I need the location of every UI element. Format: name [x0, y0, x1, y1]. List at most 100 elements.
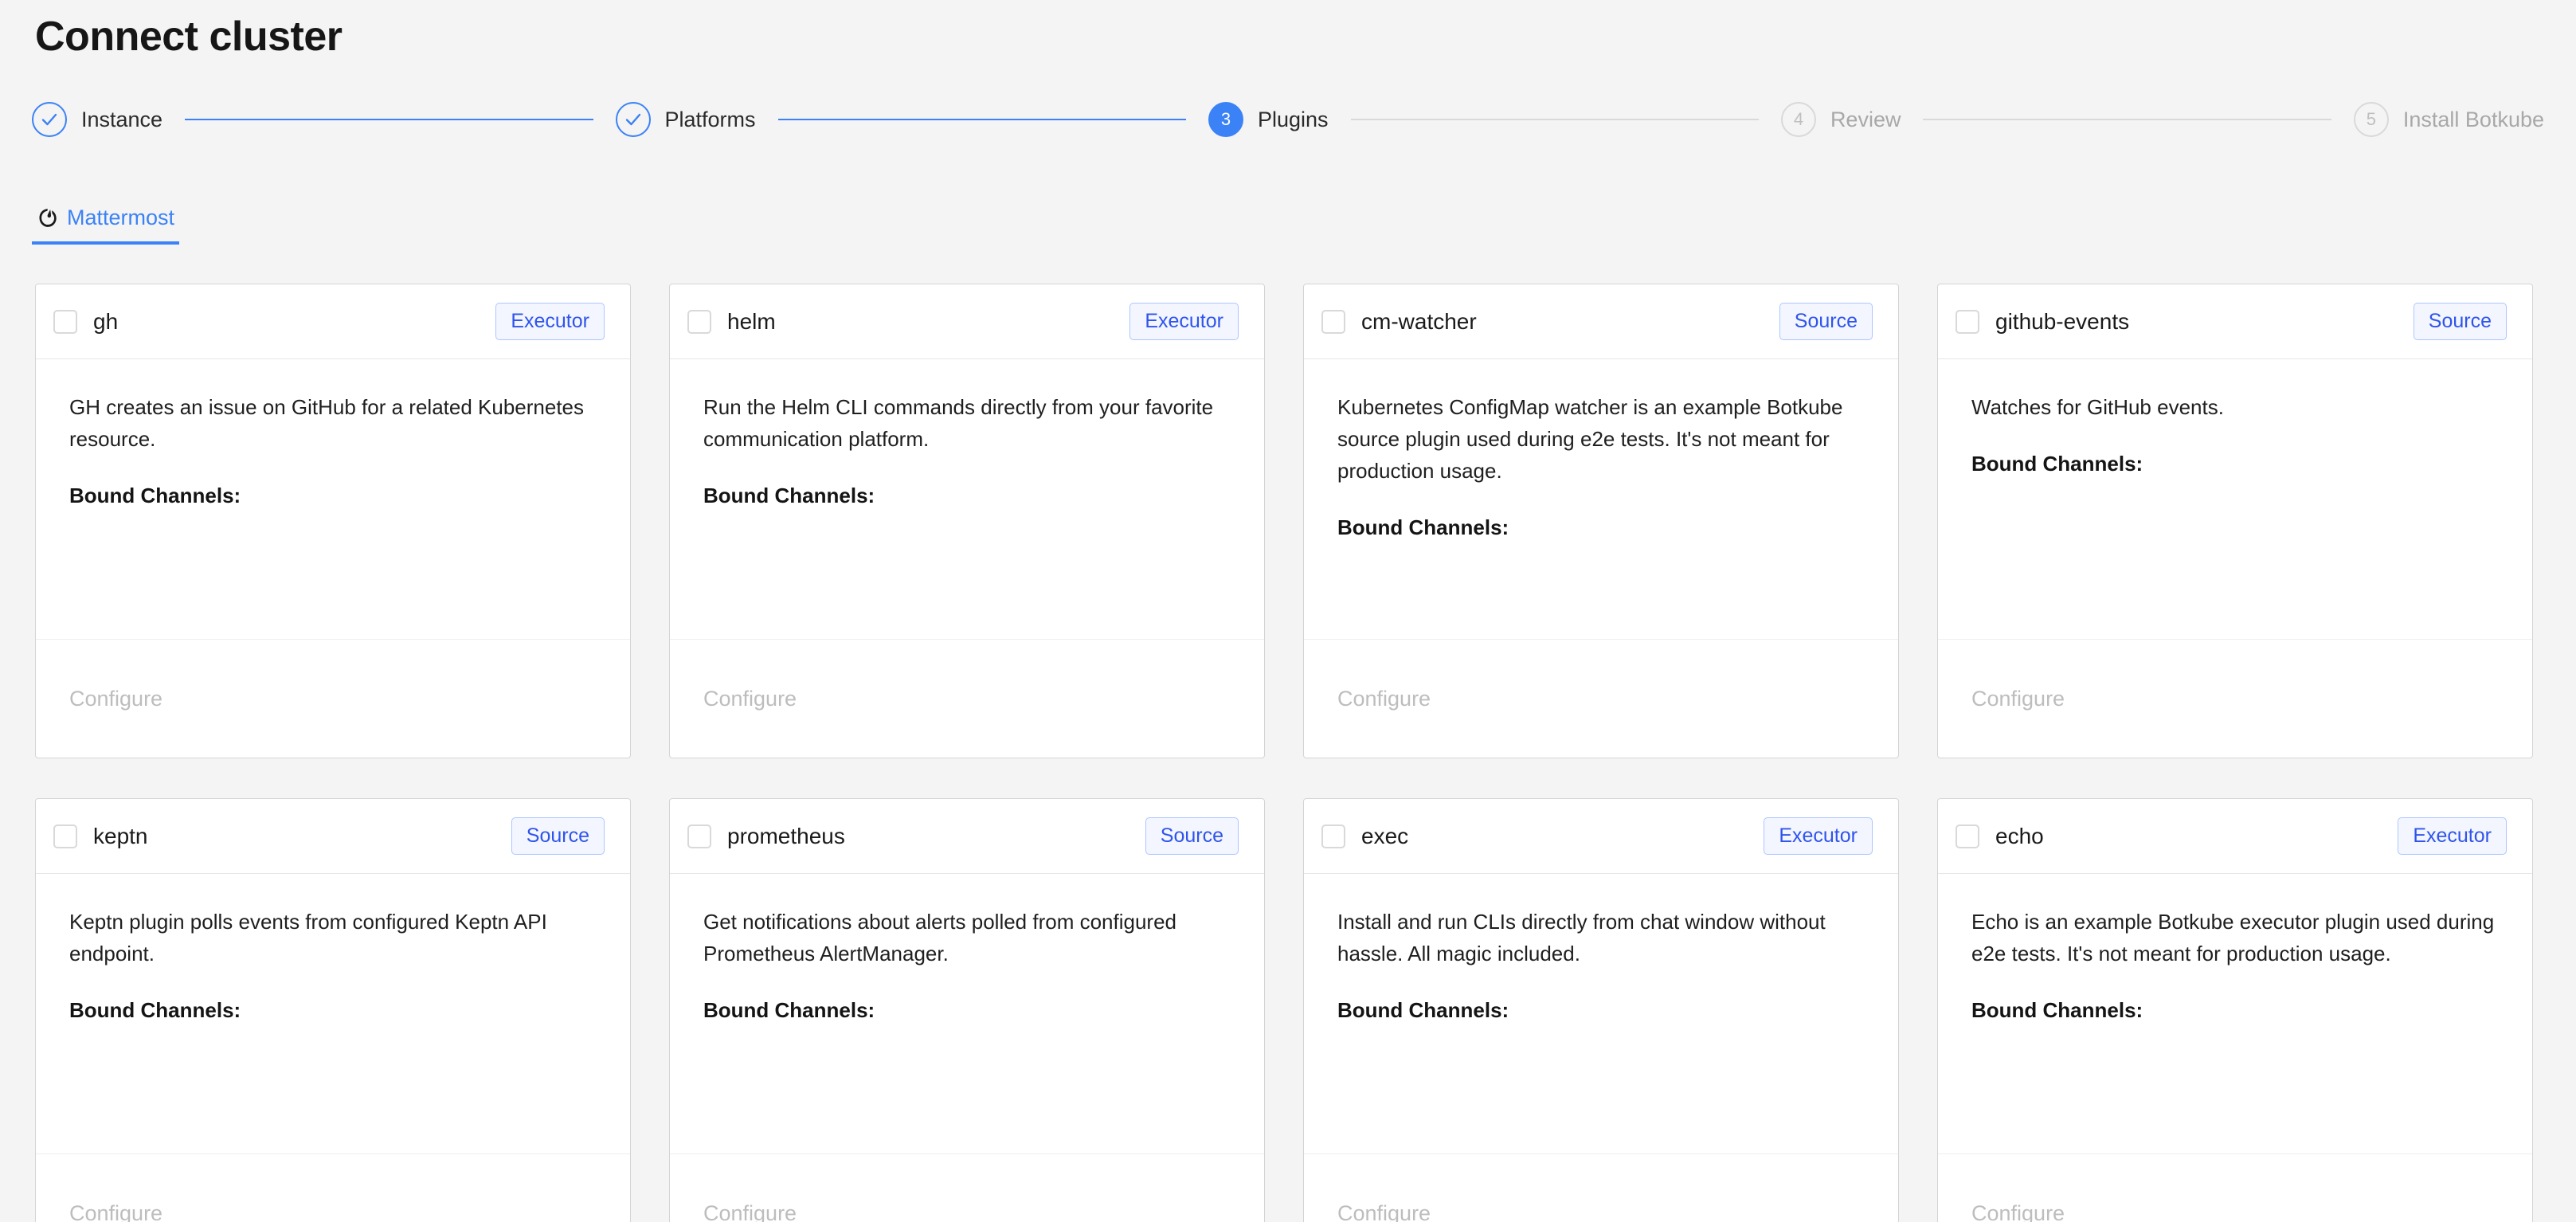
configure-link[interactable]: Configure	[1971, 1201, 2065, 1222]
plugin-card-footer: Configure	[36, 1154, 630, 1222]
page-title: Connect cluster	[35, 14, 343, 60]
plugin-name: helm	[727, 308, 776, 334]
plugin-card: helm Executor Run the Helm CLI commands di…	[669, 284, 1265, 758]
step-number: 3	[1208, 102, 1243, 137]
plugin-card-header: cm-watcher Source	[1304, 284, 1898, 359]
platform-tabs: Mattermost	[32, 206, 180, 245]
plugin-checkbox[interactable]	[1955, 309, 1979, 334]
plugin-checkbox[interactable]	[687, 309, 711, 334]
plugin-card-footer: Configure	[1304, 640, 1898, 758]
plugin-card-footer: Configure	[36, 640, 630, 758]
step-label: Plugins	[1257, 107, 1329, 131]
plugin-card-header-left: echo	[1955, 824, 2044, 849]
plugin-name: github-events	[1995, 308, 2130, 334]
bound-channels-label: Bound Channels:	[703, 484, 875, 507]
check-icon	[32, 102, 67, 137]
plugin-type-badge[interactable]: Executor	[495, 303, 605, 340]
wizard-step-instance[interactable]: Instance	[32, 102, 162, 137]
plugin-card-header-left: cm-watcher	[1321, 309, 1477, 335]
configure-link[interactable]: Configure	[1337, 687, 1431, 711]
bound-channels-label: Bound Channels:	[1337, 998, 1509, 1022]
bound-channels-label: Bound Channels:	[69, 484, 241, 507]
wizard-step-review[interactable]: 4 Review	[1780, 102, 1901, 137]
plugin-card-body: Echo is an example Botkube executor plug…	[1938, 874, 2532, 1154]
plugin-card: keptn Source Keptn plugin polls events fro…	[35, 798, 631, 1222]
plugin-type-badge[interactable]: Executor	[1764, 817, 1873, 855]
plugin-card-footer: Configure	[670, 1154, 1264, 1222]
configure-link[interactable]: Configure	[69, 687, 162, 711]
wizard-step-install-botkube[interactable]: 5 Install Botkube	[2353, 102, 2544, 137]
plugin-card-footer: Configure	[1304, 1154, 1898, 1222]
step-label: Platforms	[664, 107, 756, 131]
plugin-card: exec Executor Install and run CLIs directl…	[1303, 798, 1899, 1222]
wizard-stepper: Instance Platforms 3 Plugins 4 Review 5 Install…	[32, 102, 2544, 137]
plugin-card: cm-watcher Source Kubernetes ConfigMap wat…	[1303, 284, 1899, 758]
tab-label: Mattermost	[67, 206, 175, 229]
bound-channels-label: Bound Channels:	[1971, 452, 2143, 476]
plugin-card-header-left: github-events	[1955, 309, 2129, 335]
step-label: Review	[1830, 107, 1901, 131]
plugin-card-header: echo Executor	[1938, 799, 2532, 874]
plugin-checkbox[interactable]	[1321, 824, 1345, 848]
plugin-name: cm-watcher	[1361, 308, 1477, 334]
bound-channels-label: Bound Channels:	[1337, 515, 1509, 539]
plugin-type-badge[interactable]: Executor	[1129, 303, 1239, 340]
plugin-description: GH creates an issue on GitHub for a rela…	[69, 395, 585, 451]
plugin-card-header-left: exec	[1321, 824, 1408, 849]
plugin-card-body: Run the Helm CLI commands directly from …	[670, 359, 1264, 640]
plugin-checkbox[interactable]	[1321, 309, 1345, 334]
bound-channels-label: Bound Channels:	[69, 998, 241, 1022]
plugin-description: Get notifications about alerts polled fr…	[703, 910, 1177, 965]
bound-channels-label: Bound Channels:	[1971, 998, 2143, 1022]
step-connector-1	[185, 119, 593, 120]
bound-channels-label: Bound Channels:	[703, 998, 875, 1022]
plugin-checkbox[interactable]	[53, 309, 77, 334]
plugin-description: Run the Helm CLI commands directly from …	[703, 395, 1214, 451]
configure-link[interactable]: Configure	[703, 687, 797, 711]
plugin-type-badge[interactable]: Source	[511, 817, 605, 855]
plugin-type-badge[interactable]: Source	[2413, 303, 2507, 340]
plugin-checkbox[interactable]	[687, 824, 711, 848]
plugin-card-body: Keptn plugin polls events from configure…	[36, 874, 630, 1154]
plugin-name: exec	[1361, 823, 1409, 848]
plugin-card: echo Executor Echo is an example Botkube e…	[1937, 798, 2533, 1222]
plugin-name: gh	[93, 308, 119, 334]
plugin-card-header: keptn Source	[36, 799, 630, 874]
tab-mattermost[interactable]: Mattermost	[32, 206, 180, 245]
wizard-step-plugins[interactable]: 3 Plugins	[1208, 102, 1329, 137]
plugin-description: Kubernetes ConfigMap watcher is an examp…	[1337, 395, 1843, 483]
plugin-card-body: GH creates an issue on GitHub for a rela…	[36, 359, 630, 640]
plugin-checkbox[interactable]	[1955, 824, 1979, 848]
plugin-checkbox[interactable]	[53, 824, 77, 848]
plugin-name: echo	[1995, 823, 2044, 848]
plugin-card-header-left: gh	[53, 309, 118, 335]
step-label: Install Botkube	[2402, 107, 2544, 131]
check-icon	[615, 102, 651, 137]
step-connector-3	[1350, 119, 1759, 120]
mattermost-icon	[37, 207, 67, 229]
plugin-card-header: helm Executor	[670, 284, 1264, 359]
step-number: 4	[1780, 102, 1816, 137]
plugin-card-body: Install and run CLIs directly from chat …	[1304, 874, 1898, 1154]
plugin-card-header-left: helm	[687, 309, 776, 335]
plugin-card-header: exec Executor	[1304, 799, 1898, 874]
wizard-step-platforms[interactable]: Platforms	[615, 102, 756, 137]
plugin-card-body: Watches for GitHub events. Bound Channels…	[1938, 359, 2532, 640]
plugins-grid: gh Executor GH creates an issue on GitHub …	[35, 284, 2576, 1222]
plugin-card-header: github-events Source	[1938, 284, 2532, 359]
connect-cluster-page: Connect cluster Instance Platforms 3 Plugin…	[0, 0, 2576, 1222]
step-number: 5	[2353, 102, 2389, 137]
plugin-card-body: Kubernetes ConfigMap watcher is an examp…	[1304, 359, 1898, 640]
plugin-description: Watches for GitHub events.	[1971, 395, 2224, 419]
plugin-card-header: prometheus Source	[670, 799, 1264, 874]
configure-link[interactable]: Configure	[1971, 687, 2065, 711]
plugin-name: keptn	[93, 823, 148, 848]
plugin-type-badge[interactable]: Source	[1779, 303, 1873, 340]
configure-link[interactable]: Configure	[1337, 1201, 1431, 1222]
plugin-type-badge[interactable]: Executor	[2398, 817, 2507, 855]
step-label: Instance	[81, 107, 163, 131]
configure-link[interactable]: Configure	[703, 1201, 797, 1222]
plugin-card-header: gh Executor	[36, 284, 630, 359]
configure-link[interactable]: Configure	[69, 1201, 162, 1222]
plugin-type-badge[interactable]: Source	[1145, 817, 1239, 855]
